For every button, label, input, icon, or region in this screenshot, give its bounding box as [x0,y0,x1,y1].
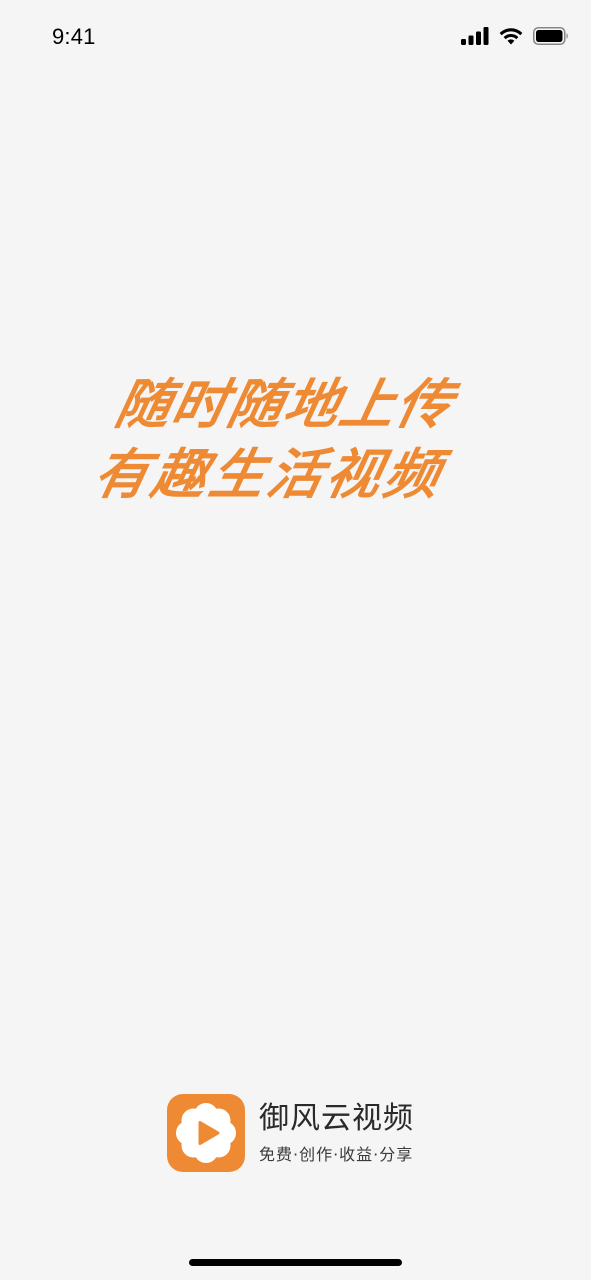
slogan-line-1: 随时随地上传 [110,373,460,436]
slogan-line-2: 有趣生活视频 [88,443,450,506]
app-tagline: 免费·创作·收益·分享 [259,1145,414,1164]
status-bar-time: 9:41 [52,24,96,49]
brand-text: 御风云视频 免费·创作·收益·分享 [259,1101,414,1165]
cellular-signal-icon [461,27,489,45]
brand-block: 御风云视频 免费·创作·收益·分享 [167,1094,414,1172]
wifi-icon [499,27,523,45]
battery-icon [533,27,569,45]
status-bar-icons [461,24,569,48]
app-logo [167,1094,245,1172]
home-indicator[interactable] [189,1259,402,1266]
app-name: 御风云视频 [259,1101,414,1136]
